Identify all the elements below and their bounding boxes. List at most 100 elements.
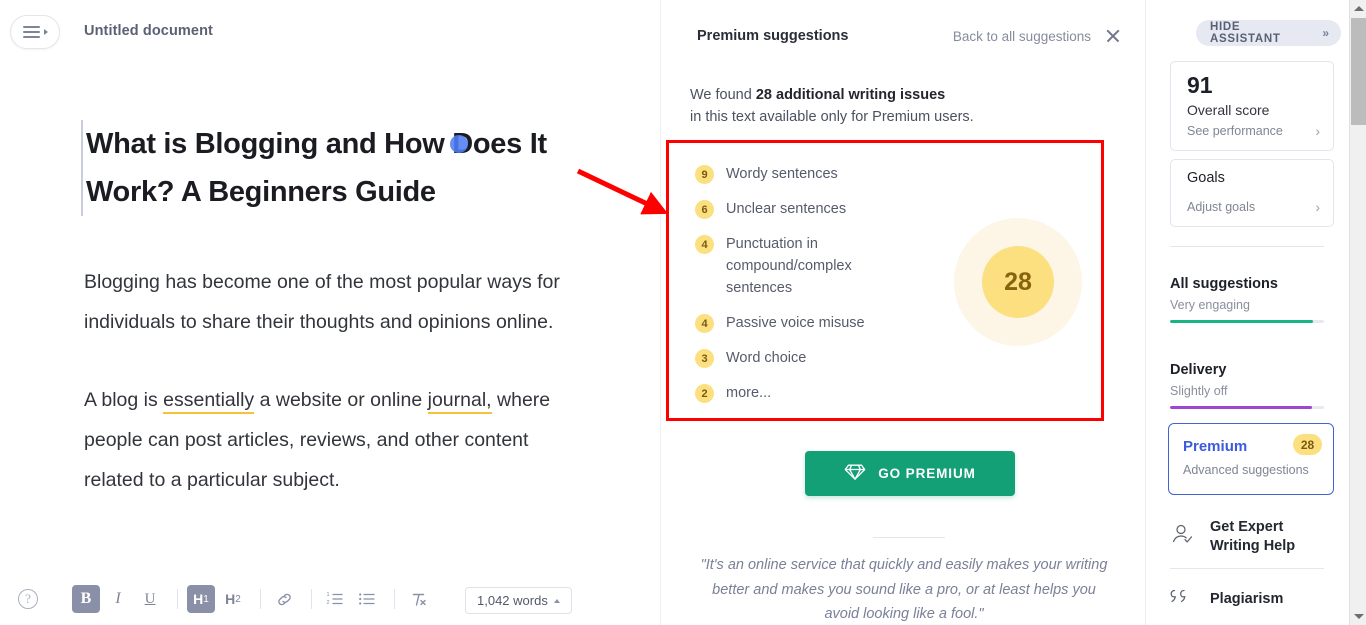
- svg-text:1: 1: [327, 592, 330, 598]
- sidebar-item-plagiarism[interactable]: Plagiarism: [1170, 586, 1330, 613]
- suggestion-underline-essentially[interactable]: essentially: [163, 389, 255, 414]
- cursor-indicator-dot: [450, 135, 468, 153]
- list-item[interactable]: 3 Word choice: [695, 347, 895, 369]
- meter-subtitle: Slightly off: [1170, 384, 1228, 398]
- go-premium-button[interactable]: GO PREMIUM: [805, 451, 1015, 496]
- heading2-button[interactable]: H2: [219, 585, 247, 613]
- scrollbar-thumb[interactable]: [1351, 18, 1366, 125]
- goals-title: Goals: [1187, 170, 1225, 186]
- h2-digit: 2: [235, 593, 241, 605]
- bullet-list-icon[interactable]: [353, 585, 381, 613]
- count-badge: 3: [695, 349, 714, 368]
- list-item[interactable]: 6 Unclear sentences: [695, 198, 895, 220]
- count-badge: 2: [695, 384, 714, 403]
- count-badge: 4: [695, 235, 714, 254]
- goals-card[interactable]: Goals Adjust goals ›: [1170, 159, 1334, 227]
- document-heading[interactable]: What is Blogging and How Does It Work? A…: [81, 120, 584, 216]
- toolbar-divider: [311, 589, 312, 609]
- issues-found-text: We found 28 additional writing issues in…: [690, 84, 974, 128]
- suggestion-label: Punctuation in compound/complex sentence…: [726, 236, 852, 296]
- word-count-button[interactable]: 1,042 words: [465, 587, 572, 614]
- suggestion-underline-journal[interactable]: journal,: [427, 389, 492, 414]
- count-badge: 6: [695, 200, 714, 219]
- meter-title: All suggestions: [1170, 276, 1278, 292]
- chevron-right-icon: ›: [1315, 199, 1320, 215]
- sidebar-item-delivery[interactable]: Delivery Slightly off: [1170, 362, 1324, 409]
- hamburger-menu-button[interactable]: [10, 15, 60, 49]
- see-performance-link[interactable]: See performance ›: [1187, 123, 1320, 139]
- list-item[interactable]: 4 Punctuation in compound/complex senten…: [695, 233, 895, 299]
- numbered-list-icon[interactable]: 1 2: [321, 585, 349, 613]
- hamburger-menu-icon: [22, 26, 40, 38]
- svg-text:2: 2: [327, 600, 330, 606]
- suggestions-list: 9 Wordy sentences 6 Unclear sentences 4 …: [695, 163, 895, 417]
- meter-bar: [1170, 320, 1324, 323]
- formatting-toolbar: ? B I U H1 H2 1 2 1,042 words: [0, 575, 660, 625]
- sidebar-item-expert-help[interactable]: Get Expert Writing Help: [1170, 518, 1330, 556]
- clear-formatting-icon[interactable]: [404, 585, 432, 613]
- found-count-bold: 28 additional writing issues: [755, 87, 946, 103]
- scroll-up-arrow-icon[interactable]: [1350, 0, 1366, 17]
- premium-suggestions-pane: Premium suggestions Back to all suggesti…: [660, 0, 1145, 625]
- document-paragraph-1[interactable]: Blogging has become one of the most popu…: [84, 262, 584, 342]
- list-item[interactable]: 9 Wordy sentences: [695, 163, 895, 185]
- premium-count-badge: 28: [1293, 434, 1322, 455]
- meter-subtitle: Very engaging: [1170, 298, 1250, 312]
- expert-help-label: Get Expert Writing Help: [1210, 519, 1296, 554]
- suggestion-label: more...: [726, 385, 772, 401]
- suggestion-label: Word choice: [726, 350, 807, 366]
- person-check-icon: [1170, 522, 1196, 553]
- h1-digit: 1: [203, 593, 209, 605]
- suggestion-label: Wordy sentences: [726, 166, 838, 182]
- back-to-all-suggestions-link[interactable]: Back to all suggestions: [953, 29, 1091, 44]
- scroll-down-arrow-icon[interactable]: [1350, 608, 1366, 625]
- premium-panel-title: Premium suggestions: [697, 28, 849, 44]
- suggestion-label: Passive voice misuse: [726, 315, 865, 331]
- go-premium-label: GO PREMIUM: [878, 466, 976, 481]
- adjust-goals-link[interactable]: Adjust goals ›: [1187, 199, 1320, 215]
- toolbar-divider: [177, 589, 178, 609]
- underline-button[interactable]: U: [136, 585, 164, 613]
- overall-score-label: Overall score: [1187, 102, 1270, 118]
- document-body[interactable]: What is Blogging and How Does It Work? A…: [81, 120, 584, 500]
- help-icon[interactable]: ?: [18, 589, 38, 609]
- chevron-double-right-icon: »: [1322, 26, 1329, 40]
- toolbar-buttons: B I U H1 H2 1 2: [72, 585, 436, 613]
- premium-card-title: Premium: [1183, 438, 1248, 455]
- overall-score-card[interactable]: 91 Overall score See performance ›: [1170, 61, 1334, 151]
- hide-assistant-button[interactable]: HIDE ASSISTANT »: [1196, 20, 1341, 46]
- document-editor-pane: Untitled document What is Blogging and H…: [0, 0, 660, 625]
- caret-up-icon: [553, 598, 560, 603]
- testimonial-quote: "It's an online service that quickly and…: [700, 557, 1108, 622]
- found-prefix: We found: [690, 87, 756, 103]
- diamond-icon: [844, 463, 866, 484]
- found-suffix: in this text available only for Premium …: [690, 109, 974, 125]
- total-issues-count: 28: [982, 246, 1054, 318]
- plagiarism-label: Plagiarism: [1210, 591, 1284, 607]
- h2-letter: H: [225, 591, 236, 607]
- paragraph2-text-mid: a website or online: [254, 389, 428, 411]
- overall-score-value: 91: [1187, 72, 1213, 98]
- h1-letter: H: [193, 591, 204, 607]
- vertical-scrollbar[interactable]: [1349, 0, 1366, 625]
- list-item[interactable]: 2 more...: [695, 382, 895, 404]
- toolbar-divider: [394, 589, 395, 609]
- sidebar-divider: [1170, 568, 1324, 569]
- document-title[interactable]: Untitled document: [84, 23, 213, 39]
- link-icon[interactable]: [270, 585, 298, 613]
- see-performance-label: See performance: [1187, 124, 1283, 138]
- italic-button[interactable]: I: [104, 585, 132, 613]
- sidebar-item-all-suggestions[interactable]: All suggestions Very engaging: [1170, 276, 1324, 323]
- document-paragraph-2[interactable]: A blog is essentially a website or onlin…: [84, 380, 584, 500]
- heading1-button[interactable]: H1: [187, 585, 215, 613]
- list-item[interactable]: 4 Passive voice misuse: [695, 312, 895, 334]
- highlighted-suggestions-box: 9 Wordy sentences 6 Unclear sentences 4 …: [666, 140, 1104, 421]
- quotation-marks-icon: [1170, 586, 1196, 613]
- meter-title: Delivery: [1170, 362, 1227, 378]
- word-count-label: 1,042 words: [477, 593, 548, 608]
- bold-button[interactable]: B: [72, 585, 100, 613]
- total-issues-donut: 28: [954, 218, 1082, 346]
- close-icon[interactable]: [1105, 28, 1121, 44]
- toolbar-divider: [260, 589, 261, 609]
- sidebar-item-premium[interactable]: Premium Advanced suggestions 28: [1168, 423, 1334, 495]
